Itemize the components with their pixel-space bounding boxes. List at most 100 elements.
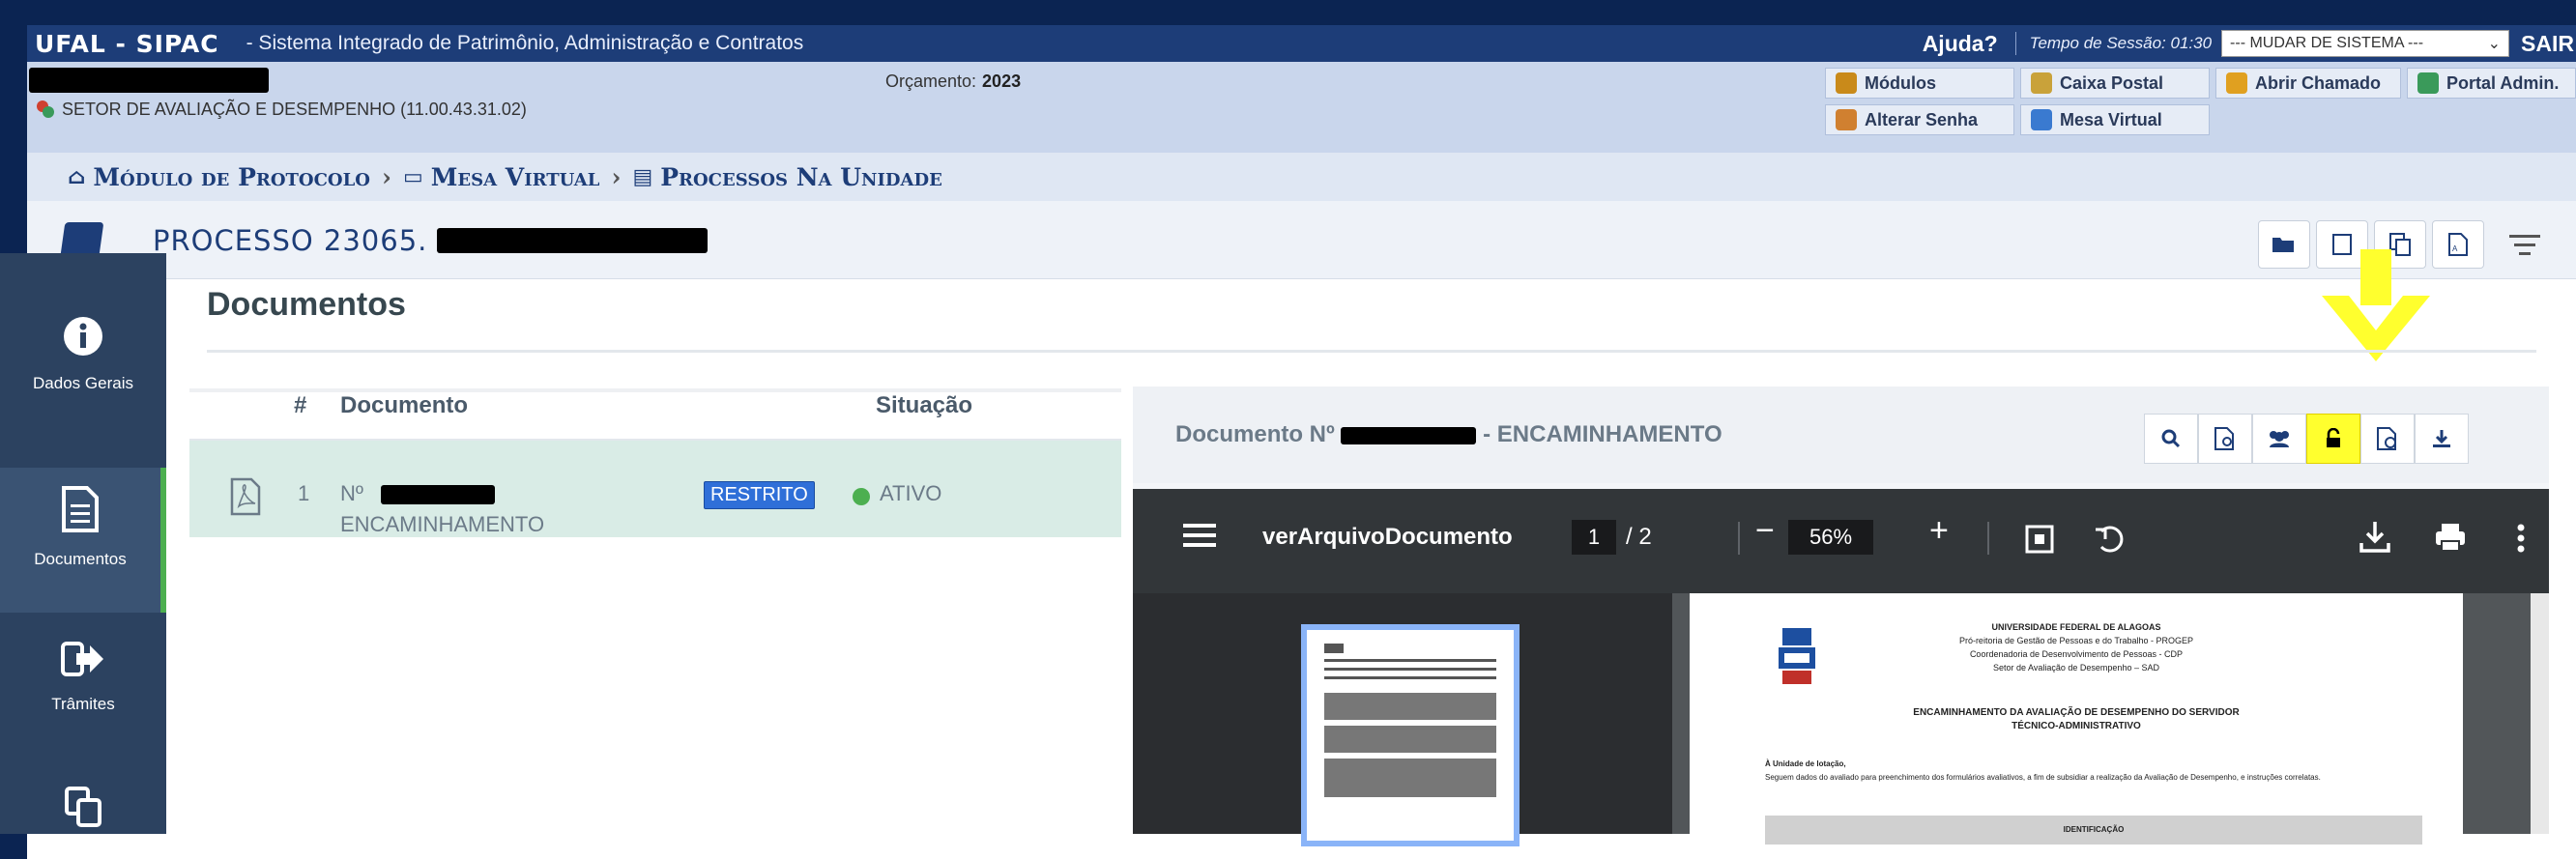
- more-options-icon[interactable]: [2517, 524, 2525, 553]
- monitor-icon: ▭: [402, 164, 423, 189]
- zoom-input[interactable]: 56%: [1788, 520, 1873, 555]
- page-coordination: Coordenadoria de Desenvolvimento de Pess…: [1969, 649, 2184, 659]
- process-title: PROCESSO 23065.: [153, 224, 428, 257]
- home-icon: ⌂: [68, 164, 86, 189]
- admin-portal-button[interactable]: Portal Admin.: [2407, 68, 2576, 99]
- yellow-arrow-icon: [2322, 249, 2430, 361]
- change-password-button[interactable]: Alterar Senha: [1825, 104, 2014, 135]
- redacted-user-name: [29, 68, 269, 93]
- row-number: 1: [298, 481, 310, 505]
- page-body: Seguem dados do avaliado para preenchime…: [1765, 773, 2321, 782]
- page-thumbnail[interactable]: [1301, 624, 1520, 846]
- print-icon[interactable]: [2434, 522, 2467, 553]
- search-icon: [2161, 429, 2181, 448]
- info-icon: [64, 317, 102, 356]
- filter-icon: [2509, 234, 2540, 238]
- chevron-right-icon: ›: [381, 162, 391, 191]
- viewer-title: Documento Nº - ENCAMINHAMENTO: [1175, 421, 1722, 448]
- breadcrumb-virtual-desk[interactable]: Mesa Virtual: [431, 163, 600, 191]
- page-number-input[interactable]: 1: [1572, 520, 1616, 555]
- virtual-desk-button[interactable]: Mesa Virtual: [2020, 104, 2210, 135]
- chevron-down-icon: ⌄: [2487, 36, 2502, 52]
- breadcrumb-protocol[interactable]: Módulo de Protocolo: [93, 163, 370, 191]
- signatories-button[interactable]: [2252, 414, 2306, 464]
- doc-history-button[interactable]: [2360, 414, 2415, 464]
- toolbar-divider: [1987, 522, 1989, 555]
- menu-icon[interactable]: [1183, 518, 1216, 553]
- unit-label: SETOR DE AVALIAÇÃO E DESEMPENHO (11.00.4…: [62, 99, 527, 119]
- pdf-export-button[interactable]: A: [2432, 220, 2484, 269]
- process-header: PROCESSO 23065.: [27, 201, 2576, 279]
- sidebar-item-documents[interactable]: Documentos: [0, 468, 166, 613]
- access-level-button[interactable]: [2306, 414, 2360, 464]
- zoom-in-icon[interactable]: +: [1929, 512, 1949, 550]
- doc-number-prefix: Nº: [340, 481, 363, 505]
- rotate-icon[interactable]: [2094, 522, 2127, 555]
- fit-page-icon[interactable]: [2024, 524, 2055, 555]
- doc-type[interactable]: ENCAMINHAMENTO: [340, 512, 544, 537]
- sidebar-item-procedures[interactable]: Trâmites: [0, 640, 166, 765]
- redacted-doc-number: [381, 485, 495, 504]
- viewer-title-suffix: - ENCAMINHAMENTO: [1483, 421, 1722, 447]
- active-status-icon: [853, 488, 870, 505]
- process-sidebar: Dados Gerais Documentos Trâmites: [0, 253, 166, 834]
- column-header-document[interactable]: Documento: [340, 392, 468, 427]
- redacted-viewer-doc-number: [1341, 426, 1477, 444]
- column-header-status[interactable]: Situação: [876, 392, 972, 427]
- divider: [2014, 32, 2016, 55]
- search-button[interactable]: [2144, 414, 2198, 464]
- table-row[interactable]: [189, 439, 1121, 537]
- status-text: ATIVO: [880, 481, 942, 505]
- session-timer: Tempo de Sessão: 01:30: [2029, 34, 2213, 52]
- system-select[interactable]: --- MUDAR DE SISTEMA --- ⌄: [2221, 30, 2510, 57]
- budget-label: Orçamento:: [885, 72, 977, 91]
- column-header-number: #: [294, 392, 307, 418]
- megaphone-icon: [2226, 72, 2247, 94]
- open-ticket-button[interactable]: Abrir Chamado: [2215, 68, 2401, 99]
- unit-info: SETOR DE AVALIAÇÃO E DESEMPENHO (11.00.4…: [35, 99, 527, 120]
- page-university: UNIVERSIDADE FEDERAL DE ALAGOAS: [1991, 622, 2161, 632]
- section-divider: [207, 350, 2536, 353]
- viewer-title-prefix: Documento Nº: [1175, 421, 1335, 447]
- redacted-process-number: [437, 228, 708, 253]
- table-top-border: [189, 388, 1121, 392]
- top-bar-right: Ajuda? Tempo de Sessão: 01:30 --- MUDAR …: [1923, 25, 2576, 62]
- users-icon: [2270, 431, 2289, 447]
- zoom-out-icon[interactable]: −: [1755, 512, 1775, 550]
- unlock-icon: [2327, 428, 2340, 447]
- exit-link[interactable]: SAIR: [2521, 31, 2574, 57]
- pdf-download-icon[interactable]: [2359, 520, 2391, 555]
- mailbox-button[interactable]: Caixa Postal: [2020, 68, 2210, 99]
- sidebar-item-label: Documentos: [34, 550, 127, 568]
- page-heading: ENCAMINHAMENTO DA AVALIAÇÃO DE DESEMPENH…: [1913, 707, 2240, 718]
- doc-search-icon: [2214, 427, 2234, 450]
- folder-open-icon: [2272, 238, 2294, 252]
- svg-text:A: A: [2452, 244, 2458, 253]
- desk-icon: [2031, 109, 2052, 130]
- mailbox-icon: [2031, 72, 2052, 94]
- pdf-icon: A: [2448, 233, 2468, 256]
- modules-button[interactable]: Módulos: [1825, 68, 2014, 99]
- filter-button[interactable]: [2504, 220, 2546, 269]
- open-folder-button[interactable]: [2258, 220, 2310, 269]
- pdf-file-icon[interactable]: [230, 477, 261, 516]
- help-link[interactable]: Ajuda?: [1923, 31, 1998, 57]
- doc-history-icon: [2377, 427, 2396, 450]
- app-subtitle: - Sistema Integrado de Patrimônio, Admin…: [246, 32, 804, 54]
- file-icon: ▤: [632, 164, 653, 189]
- doc-search-button[interactable]: [2198, 414, 2252, 464]
- pdf-filename: verArquivoDocumento: [1262, 524, 1513, 550]
- pdf-scrollbar[interactable]: [2531, 593, 2549, 834]
- sitemap-icon: [2417, 72, 2439, 94]
- breadcrumb-processes[interactable]: Processos Na Unidade: [660, 163, 942, 191]
- sidebar-item-copies[interactable]: [0, 785, 166, 843]
- page-total: / 2: [1626, 524, 1652, 550]
- app-brand[interactable]: UFAL - SIPAC: [27, 30, 219, 58]
- page-sector: Setor de Avaliação de Desempenho – SAD: [1993, 663, 2159, 673]
- user-key-icon: [1836, 109, 1857, 130]
- system-select-value: --- MUDAR DE SISTEMA ---: [2230, 35, 2424, 51]
- sidebar-item-general[interactable]: Dados Gerais: [0, 315, 166, 450]
- top-bar: UFAL - SIPAC - Sistema Integrado de Patr…: [27, 25, 2576, 62]
- page-department: Pró-reitoria de Gestão de Pessoas e do T…: [1958, 636, 2194, 645]
- download-button[interactable]: [2415, 414, 2469, 464]
